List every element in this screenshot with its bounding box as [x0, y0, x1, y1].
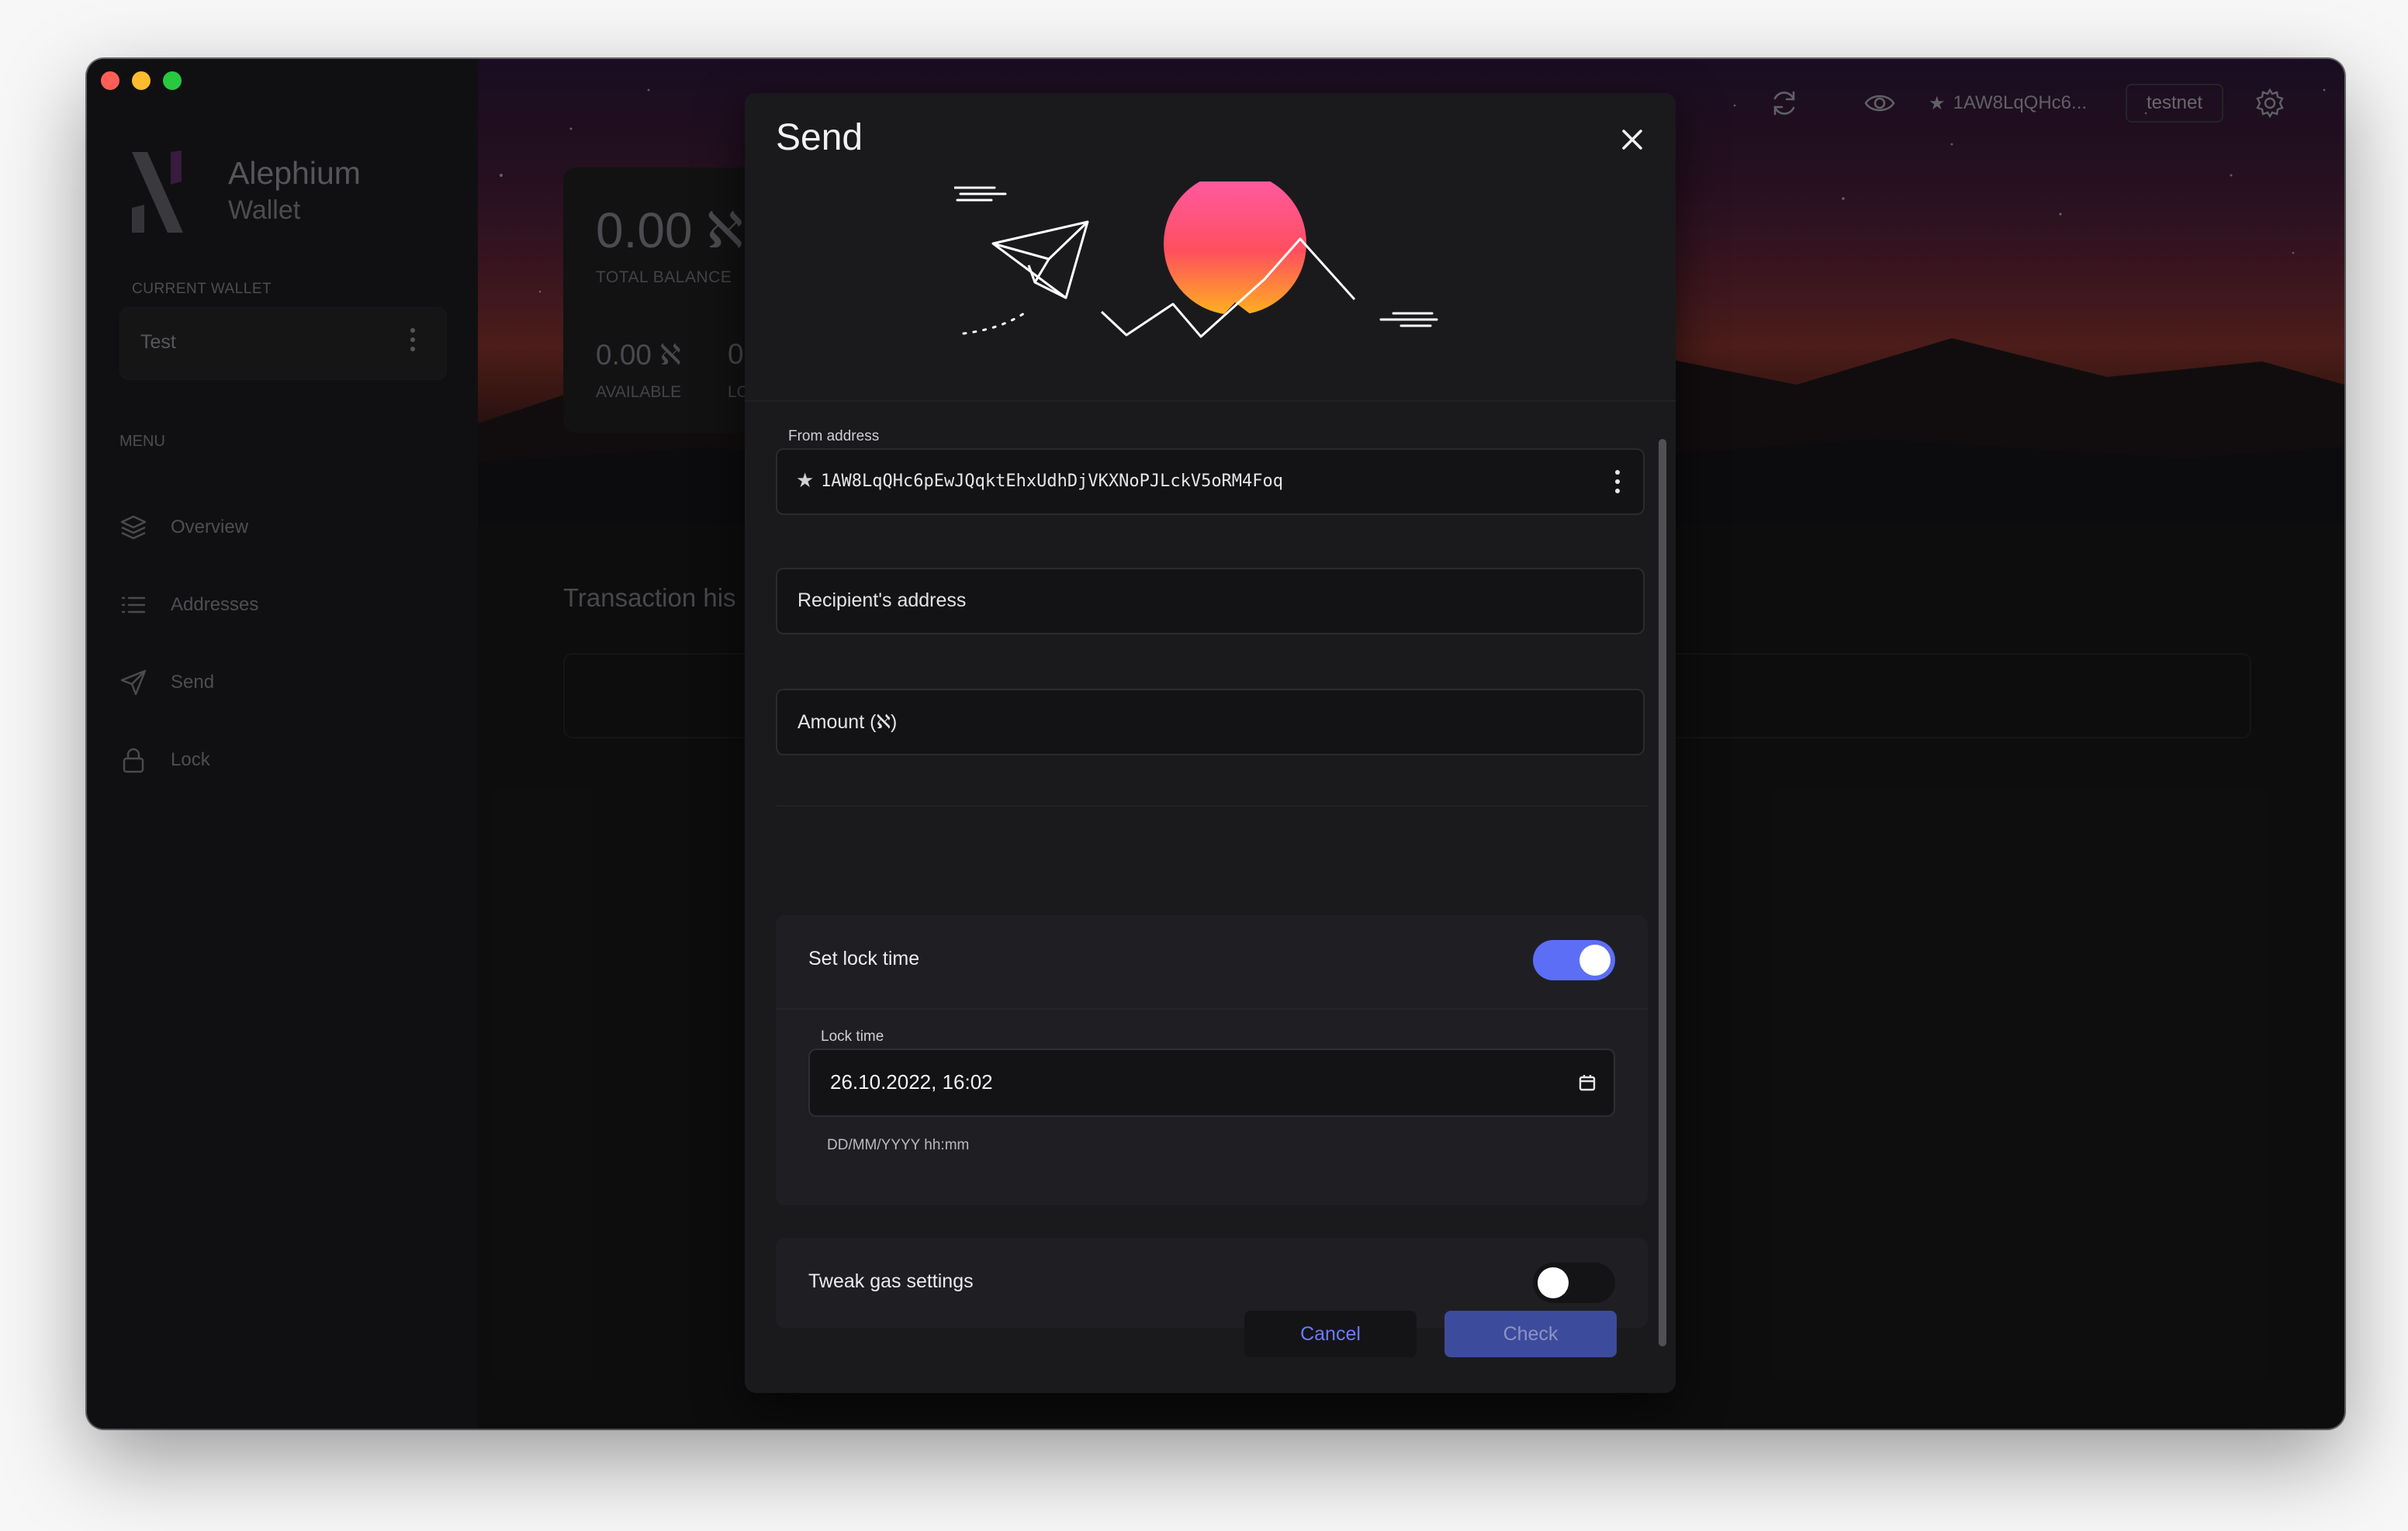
- close-icon[interactable]: [1617, 124, 1648, 155]
- lock-time-value: 26.10.2022, 16:02: [830, 1070, 993, 1094]
- zoom-window-button[interactable]: [163, 71, 182, 90]
- lock-time-section: Set lock time Lock time 26.10.2022, 16:0…: [776, 915, 1648, 1205]
- check-button[interactable]: Check: [1444, 1311, 1617, 1357]
- set-lock-time-label: Set lock time: [808, 948, 920, 969]
- tweak-gas-label: Tweak gas settings: [808, 1270, 974, 1292]
- close-window-button[interactable]: [101, 71, 119, 90]
- send-illustration: [954, 181, 1438, 338]
- recipient-address-placeholder: Recipient's address: [797, 589, 967, 611]
- amount-input[interactable]: Amount (ℵ): [776, 689, 1645, 755]
- lock-time-format-hint: DD/MM/YYYY hh:mm: [827, 1137, 970, 1153]
- send-modal: Send From address ★ 1AW8LqQHc6pEwJQqktEh…: [745, 93, 1676, 1393]
- calendar-icon[interactable]: [1578, 1073, 1597, 1092]
- from-address-value: 1AW8LqQHc6pEwJQqktEhxUdhDjVKXNoPJLckV5oR…: [821, 472, 1284, 491]
- lock-time-input[interactable]: 26.10.2022, 16:02: [808, 1049, 1615, 1117]
- address-options-icon[interactable]: [1615, 470, 1620, 493]
- amount-placeholder: Amount (ℵ): [797, 711, 898, 733]
- toggle-knob: [1579, 945, 1611, 976]
- modal-divider: [745, 400, 1676, 402]
- toggle-knob: [1538, 1267, 1569, 1298]
- lock-time-divider: [776, 1008, 1648, 1010]
- minimize-window-button[interactable]: [132, 71, 150, 90]
- recipient-address-input[interactable]: Recipient's address: [776, 568, 1645, 634]
- from-address-label: From address: [788, 428, 880, 444]
- lock-time-label: Lock time: [821, 1028, 884, 1045]
- gas-settings-toggle[interactable]: [1533, 1263, 1615, 1303]
- cancel-button[interactable]: Cancel: [1244, 1311, 1417, 1357]
- lock-time-toggle[interactable]: [1533, 940, 1615, 980]
- star-icon: ★: [796, 468, 815, 492]
- from-address-select[interactable]: ★ 1AW8LqQHc6pEwJQqktEhxUdhDjVKXNoPJLckV5…: [776, 448, 1645, 515]
- section-divider: [776, 805, 1648, 807]
- app-window: Alephium Wallet CURRENT WALLET Test MENU…: [87, 59, 2344, 1429]
- modal-title: Send: [776, 117, 863, 158]
- modal-scrollbar[interactable]: [1659, 439, 1666, 1346]
